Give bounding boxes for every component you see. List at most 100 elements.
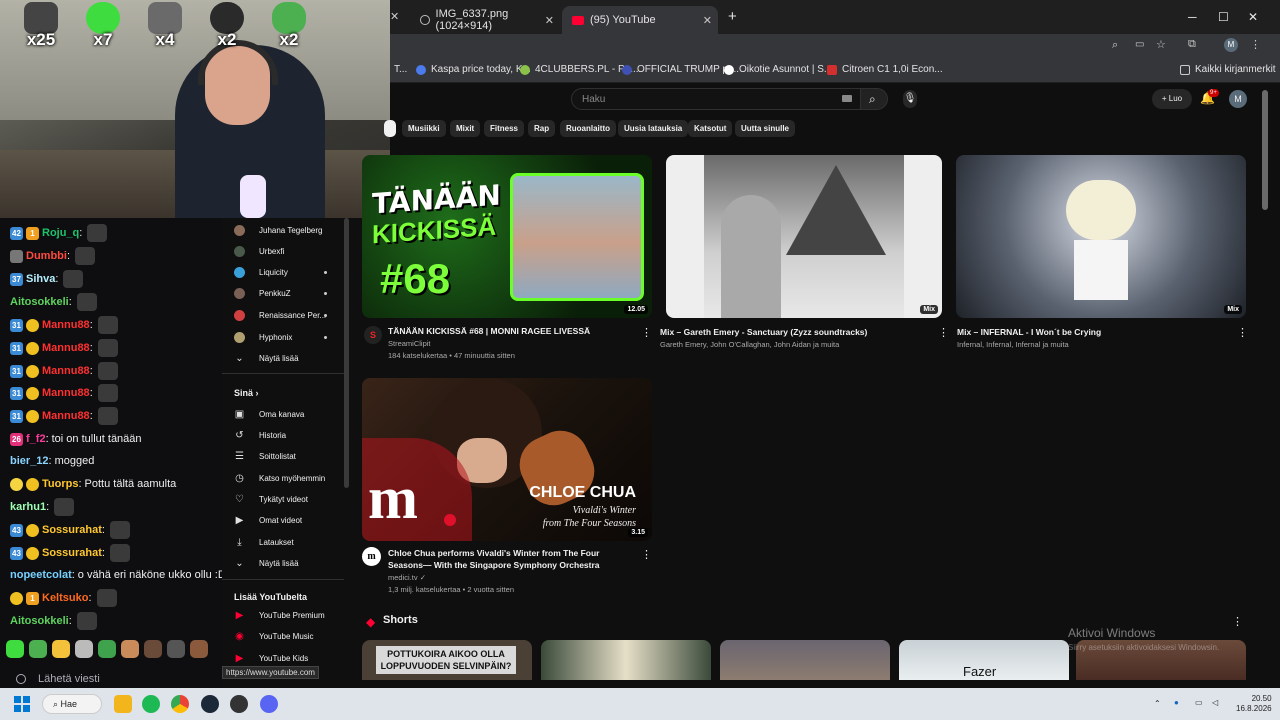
emote[interactable] bbox=[144, 640, 162, 658]
sidebar-item-kids[interactable]: ▶ YouTube Kids bbox=[234, 649, 309, 667]
sidebar-item-your-videos[interactable]: ▶ Omat videot bbox=[234, 511, 303, 529]
address-bar[interactable]: ⌕ ▭ ☆ ⧉ M ⋮ bbox=[390, 34, 1280, 58]
chip[interactable]: Ruoanlaitto bbox=[560, 120, 616, 137]
video-thumbnail[interactable]: Mix bbox=[956, 155, 1246, 318]
emote[interactable] bbox=[75, 640, 93, 658]
discord-icon[interactable] bbox=[260, 695, 278, 713]
chat-username[interactable]: Mannu88 bbox=[42, 365, 90, 377]
chat-username[interactable]: Sihva bbox=[26, 273, 55, 285]
cast-icon[interactable]: ▭ bbox=[1135, 39, 1144, 50]
close-tab-icon[interactable]: ✕ bbox=[703, 14, 712, 27]
bookmark-item[interactable]: Kaspa price today, K... bbox=[416, 64, 531, 75]
video-title[interactable]: Mix – Gareth Emery - Sanctuary (Zyzz sou… bbox=[660, 326, 867, 338]
emote[interactable] bbox=[167, 640, 185, 658]
chip[interactable]: Rap bbox=[528, 120, 556, 137]
new-tab-icon[interactable]: + bbox=[728, 8, 737, 25]
taskbar-search[interactable]: ⌕ Hae bbox=[42, 694, 102, 714]
short-thumbnail[interactable] bbox=[541, 640, 711, 680]
close-tab-icon[interactable]: ✕ bbox=[390, 10, 399, 23]
bookmark-item[interactable]: 4CLUBBERS.PL - Po... bbox=[520, 64, 639, 75]
video-title[interactable]: TÄNÄÄN KICKISSÄ #68 | MONNI RAGEE LIVESS… bbox=[388, 325, 633, 337]
bookmark-item[interactable]: OFFICIAL TRUMP pr... bbox=[622, 64, 739, 75]
chat-username[interactable]: Dumbbi bbox=[26, 250, 67, 262]
video-channel[interactable]: medici.tv ✓ bbox=[388, 572, 426, 583]
more-options-icon[interactable]: ⋮ bbox=[641, 326, 652, 339]
all-bookmarks[interactable]: Kaikki kirjanmerkit bbox=[1180, 64, 1276, 75]
close-window-icon[interactable]: ✕ bbox=[1248, 10, 1258, 24]
more-options-icon[interactable]: ⋮ bbox=[938, 326, 949, 339]
chat-username[interactable]: Sossurahat bbox=[42, 524, 102, 536]
tab-youtube[interactable]: (95) YouTube ✕ bbox=[562, 6, 718, 34]
emote[interactable] bbox=[6, 640, 24, 658]
video-thumbnail[interactable]: Mix bbox=[666, 155, 942, 318]
chat-input[interactable]: Lähetä viesti bbox=[8, 670, 218, 688]
channel-avatar[interactable]: m bbox=[362, 547, 381, 566]
chip[interactable]: Mixit bbox=[450, 120, 481, 137]
chat-username[interactable]: Roju_q bbox=[42, 227, 79, 239]
file-explorer-icon[interactable] bbox=[114, 695, 132, 713]
keyboard-icon[interactable] bbox=[842, 95, 852, 102]
chat-username[interactable]: Sossurahat bbox=[42, 547, 102, 559]
video-title[interactable]: Mix – INFERNAL - I Won´t be Crying bbox=[957, 326, 1101, 338]
search-input[interactable]: Haku bbox=[571, 88, 861, 110]
chat-username[interactable]: Aitosokkeli bbox=[10, 296, 69, 308]
sidebar-subscription[interactable]: Liquicity bbox=[234, 263, 288, 281]
profile-avatar[interactable]: M bbox=[1224, 38, 1238, 52]
chat-username[interactable]: karhu1 bbox=[10, 501, 46, 513]
chat-username[interactable]: Keltsuko bbox=[42, 592, 88, 604]
create-button[interactable]: + Luo bbox=[1152, 89, 1192, 109]
video-channel[interactable]: Gareth Emery, John O'Callaghan, John Aid… bbox=[660, 339, 839, 350]
short-thumbnail[interactable]: Fazer bbox=[899, 640, 1069, 680]
short-thumbnail[interactable]: POTTUKOIRA AIKOO OLLA LOPPUVUODEN SELVIN… bbox=[362, 640, 532, 680]
minimize-icon[interactable]: ─ bbox=[1188, 10, 1197, 24]
more-options-icon[interactable]: ⋮ bbox=[1232, 615, 1243, 628]
emote[interactable] bbox=[52, 640, 70, 658]
channel-avatar[interactable]: S bbox=[364, 326, 382, 344]
sidebar-item-watch-later[interactable]: ◷ Katso myöhemmin bbox=[234, 469, 325, 487]
bookmark-item[interactable]: Citroen C1 1,0i Econ... bbox=[827, 64, 943, 75]
sidebar-subscription[interactable]: Hyphonix bbox=[234, 328, 292, 346]
video-channel[interactable]: Infernal, Infernal, Infernal ja muita bbox=[957, 339, 1069, 350]
chat-username[interactable]: Aitosokkeli bbox=[10, 615, 69, 627]
microphone-icon[interactable]: 🎙 bbox=[903, 90, 917, 108]
steam-icon[interactable] bbox=[201, 695, 219, 713]
video-title[interactable]: Chloe Chua performs Vivaldi's Winter fro… bbox=[388, 547, 633, 571]
chat-username[interactable]: Mannu88 bbox=[42, 319, 90, 331]
chat-settings-icon[interactable] bbox=[16, 674, 26, 684]
chip[interactable]: Katsotut bbox=[688, 120, 733, 137]
maximize-icon[interactable]: ☐ bbox=[1218, 10, 1229, 24]
chat-username[interactable]: nopeetcolat bbox=[10, 569, 72, 581]
chip[interactable]: Uutta sinulle bbox=[735, 120, 796, 137]
page-scrollbar[interactable] bbox=[1262, 90, 1268, 210]
tray-microphone-icon[interactable]: ● bbox=[1174, 698, 1179, 707]
chip-all[interactable] bbox=[384, 120, 396, 137]
windows-start-icon[interactable] bbox=[14, 696, 30, 712]
more-options-icon[interactable]: ⋮ bbox=[1237, 326, 1248, 339]
chip[interactable]: Uusia latauksia bbox=[618, 120, 689, 137]
chip[interactable]: Musiikki bbox=[402, 120, 446, 137]
more-options-icon[interactable]: ⋮ bbox=[641, 548, 652, 561]
bookmark-item[interactable]: Oikotie Asunnot | S... bbox=[724, 64, 832, 75]
emote[interactable] bbox=[29, 640, 47, 658]
spotify-icon[interactable] bbox=[142, 695, 160, 713]
extensions-icon[interactable]: ⧉ bbox=[1188, 38, 1196, 51]
sidebar-item-downloads[interactable]: ⤓ Lataukset bbox=[234, 533, 293, 551]
tray-expand-icon[interactable]: ⌃ bbox=[1154, 699, 1161, 708]
video-thumbnail[interactable]: m CHLOE CHUA Vivaldi's Winter from The F… bbox=[362, 378, 652, 541]
sidebar-scrollbar[interactable] bbox=[344, 218, 349, 488]
sidebar-subscription[interactable]: Juhana Tegelberg bbox=[234, 221, 322, 239]
sidebar-item-history[interactable]: ↺ Historia bbox=[234, 426, 286, 444]
zoom-icon[interactable]: ⌕ bbox=[1112, 39, 1118, 52]
sidebar-you-header[interactable]: Sinä › bbox=[234, 388, 259, 398]
sidebar-subscription[interactable]: Renaissance Per... bbox=[234, 306, 326, 324]
sidebar-item-music[interactable]: ◉ YouTube Music bbox=[234, 627, 313, 645]
bookmark-star-icon[interactable]: ☆ bbox=[1156, 38, 1166, 51]
bookmark-item[interactable]: T... bbox=[394, 64, 407, 75]
chrome-icon[interactable] bbox=[171, 695, 189, 713]
tab-image[interactable]: IMG_6337.png (1024×914) ✕ bbox=[410, 6, 560, 34]
close-tab-icon[interactable]: ✕ bbox=[545, 14, 554, 27]
sidebar-item-playlists[interactable]: ☰ Soittolistat bbox=[234, 447, 296, 465]
sidebar-subscription[interactable]: PenkkuZ bbox=[234, 284, 291, 302]
show-more-you[interactable]: ⌄ Näytä lisää bbox=[234, 554, 298, 572]
emote[interactable] bbox=[121, 640, 139, 658]
